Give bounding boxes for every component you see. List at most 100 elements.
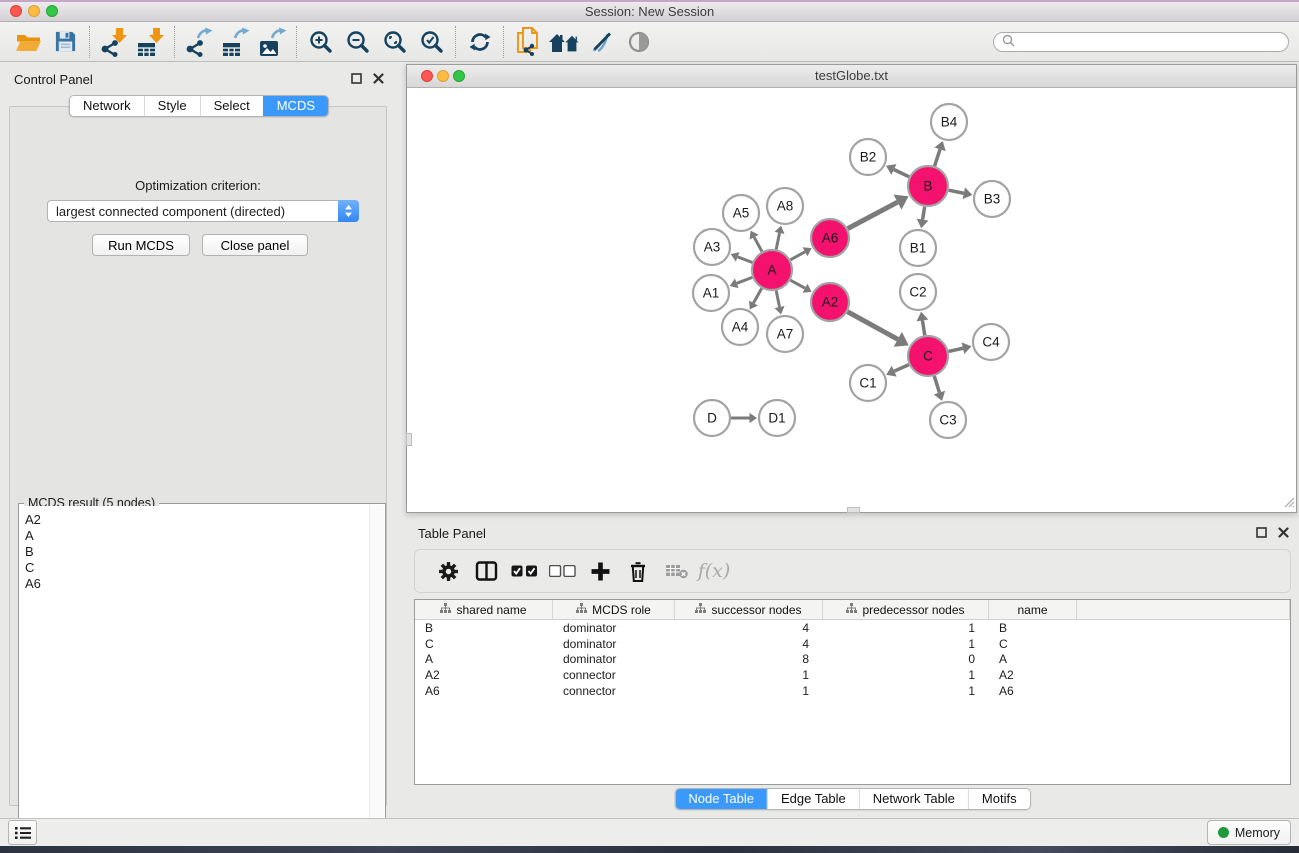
tab-edge-table[interactable]: Edge Table — [767, 789, 859, 809]
graph-edge-A-A3[interactable] — [738, 257, 753, 263]
table-options-gear-icon[interactable] — [429, 554, 467, 588]
tab-motifs[interactable]: Motifs — [968, 789, 1030, 809]
graph-edge-C-C3[interactable] — [934, 376, 939, 393]
zoom-fit-icon[interactable] — [376, 25, 413, 59]
run-mcds-button[interactable]: Run MCDS — [92, 234, 190, 256]
table-cell: connector — [553, 684, 675, 698]
column-header-predecessor-nodes[interactable]: predecessor nodes — [823, 600, 989, 619]
delete-column-trash-icon[interactable] — [619, 554, 657, 588]
function-builder-icon[interactable]: f(x) — [695, 554, 733, 588]
graph-edge-B-B1[interactable] — [923, 207, 925, 220]
shared-column-icon — [440, 603, 451, 617]
apply-layout-icon[interactable] — [461, 25, 498, 59]
import-table-icon[interactable] — [132, 25, 169, 59]
graph-edge-A-A8[interactable] — [776, 233, 779, 249]
graphics-details-icon[interactable] — [583, 25, 620, 59]
column-header-label: name — [1017, 603, 1047, 617]
tab-network[interactable]: Network — [70, 96, 144, 116]
column-header-MCDS-role[interactable]: MCDS role — [553, 600, 675, 619]
result-list-item[interactable]: A2 — [25, 512, 369, 528]
new-network-from-selection-icon[interactable] — [509, 25, 546, 59]
graph-edge-B-B4[interactable] — [935, 149, 940, 166]
memory-button[interactable]: Memory — [1207, 820, 1291, 845]
float-panel-icon[interactable] — [1256, 526, 1267, 541]
graph-edge-A-A1[interactable] — [737, 277, 753, 283]
tab-node-table[interactable]: Node Table — [675, 789, 767, 809]
graph-edge-arrow — [775, 306, 785, 314]
task-history-button[interactable] — [8, 820, 37, 845]
table-cell: 4 — [675, 621, 823, 635]
table-cell: A2 — [989, 668, 1077, 682]
show-columns-icon[interactable] — [467, 554, 505, 588]
delete-table-icon[interactable] — [657, 554, 695, 588]
float-panel-icon[interactable] — [351, 72, 362, 87]
column-header-name[interactable]: name — [989, 600, 1077, 619]
tab-style[interactable]: Style — [144, 96, 200, 116]
bottom-scroll-handle[interactable] — [847, 507, 860, 513]
graph-edge-A-A5[interactable] — [754, 237, 762, 251]
column-header-successor-nodes[interactable]: successor nodes — [675, 600, 823, 619]
graph-edge-A-A6[interactable] — [790, 252, 805, 260]
deselect-all-check-icon[interactable] — [543, 554, 581, 588]
import-network-icon[interactable] — [95, 25, 132, 59]
network-canvas[interactable]: AA1A2A3A4A5A6A7A8BB1B2B3B4CC1C2C3C4DD1 — [407, 88, 1296, 512]
export-table-icon[interactable] — [217, 25, 254, 59]
network-window-titlebar[interactable]: testGlobe.txt — [407, 65, 1296, 88]
zoom-selected-icon[interactable] — [413, 25, 450, 59]
zoom-in-icon[interactable] — [302, 25, 339, 59]
result-list-item[interactable]: B — [25, 544, 369, 560]
graph-edge-A6-B[interactable] — [848, 202, 898, 228]
table-cell: 1 — [823, 621, 989, 635]
export-network-icon[interactable] — [180, 25, 217, 59]
network-graph[interactable]: AA1A2A3A4A5A6A7A8BB1B2B3B4CC1C2C3C4DD1 — [407, 88, 1296, 512]
graph-edge-A2-C[interactable] — [848, 312, 898, 340]
zoom-out-icon[interactable] — [339, 25, 376, 59]
graph-edge-C-C1[interactable] — [894, 365, 909, 372]
node-table[interactable]: shared nameMCDS rolesuccessor nodesprede… — [414, 599, 1291, 785]
table-row[interactable]: A6connector11A6 — [415, 683, 1290, 699]
export-image-icon[interactable] — [254, 25, 291, 59]
graph-node-label-A5: A5 — [733, 206, 750, 221]
close-panel-button[interactable]: Close panel — [202, 234, 308, 256]
select-all-check-icon[interactable] — [505, 554, 543, 588]
column-header-shared-name[interactable]: shared name — [415, 600, 553, 619]
graph-edge-B-B3[interactable] — [949, 190, 964, 193]
save-session-icon[interactable] — [47, 25, 84, 59]
toolbar-separator — [296, 26, 297, 58]
graph-edge-B-B2[interactable] — [894, 170, 909, 177]
search-input[interactable] — [1020, 34, 1280, 50]
graph-edge-A-A4[interactable] — [753, 288, 761, 303]
resize-grip-icon[interactable] — [1281, 494, 1295, 511]
tab-network-table[interactable]: Network Table — [859, 789, 968, 809]
graph-edge-A-A2[interactable] — [790, 280, 805, 288]
left-scroll-handle[interactable] — [406, 433, 412, 446]
graph-node-label-C: C — [923, 349, 933, 364]
table-row[interactable]: A2connector11A2 — [415, 667, 1290, 683]
graph-node-label-C3: C3 — [939, 413, 956, 428]
create-column-plus-icon[interactable] — [581, 554, 619, 588]
result-list-item[interactable]: A — [25, 528, 369, 544]
optimization-criterion-select[interactable]: largest connected component (directed) — [47, 200, 359, 222]
close-panel-icon[interactable] — [373, 72, 384, 87]
result-list-item[interactable]: C — [25, 560, 369, 576]
result-list-scrollbar[interactable] — [369, 505, 384, 847]
result-list-item[interactable]: A6 — [25, 576, 369, 592]
mcds-result-list[interactable]: A2ABCA6 — [20, 506, 369, 847]
table-row[interactable]: Bdominator41B — [415, 620, 1290, 636]
table-cell: 1 — [823, 684, 989, 698]
close-panel-icon[interactable] — [1278, 526, 1289, 541]
graph-edge-C-C4[interactable] — [948, 348, 962, 351]
table-cell: A — [989, 652, 1077, 666]
graph-edge-C-C2[interactable] — [922, 320, 924, 335]
table-row[interactable]: Adominator80A — [415, 651, 1290, 667]
graph-edge-A-A7[interactable] — [776, 291, 779, 307]
open-session-icon[interactable] — [10, 25, 47, 59]
table-row[interactable]: Cdominator41C — [415, 636, 1290, 652]
tab-mcds[interactable]: MCDS — [263, 96, 328, 116]
first-neighbors-icon[interactable] — [546, 25, 583, 59]
tab-select[interactable]: Select — [200, 96, 263, 116]
show-hide-icon[interactable] — [620, 25, 657, 59]
mcds-result-box: MCDS result (5 nodes) A2ABCA6 — [18, 503, 386, 849]
search-box[interactable] — [993, 32, 1289, 52]
list-icon — [15, 826, 31, 840]
